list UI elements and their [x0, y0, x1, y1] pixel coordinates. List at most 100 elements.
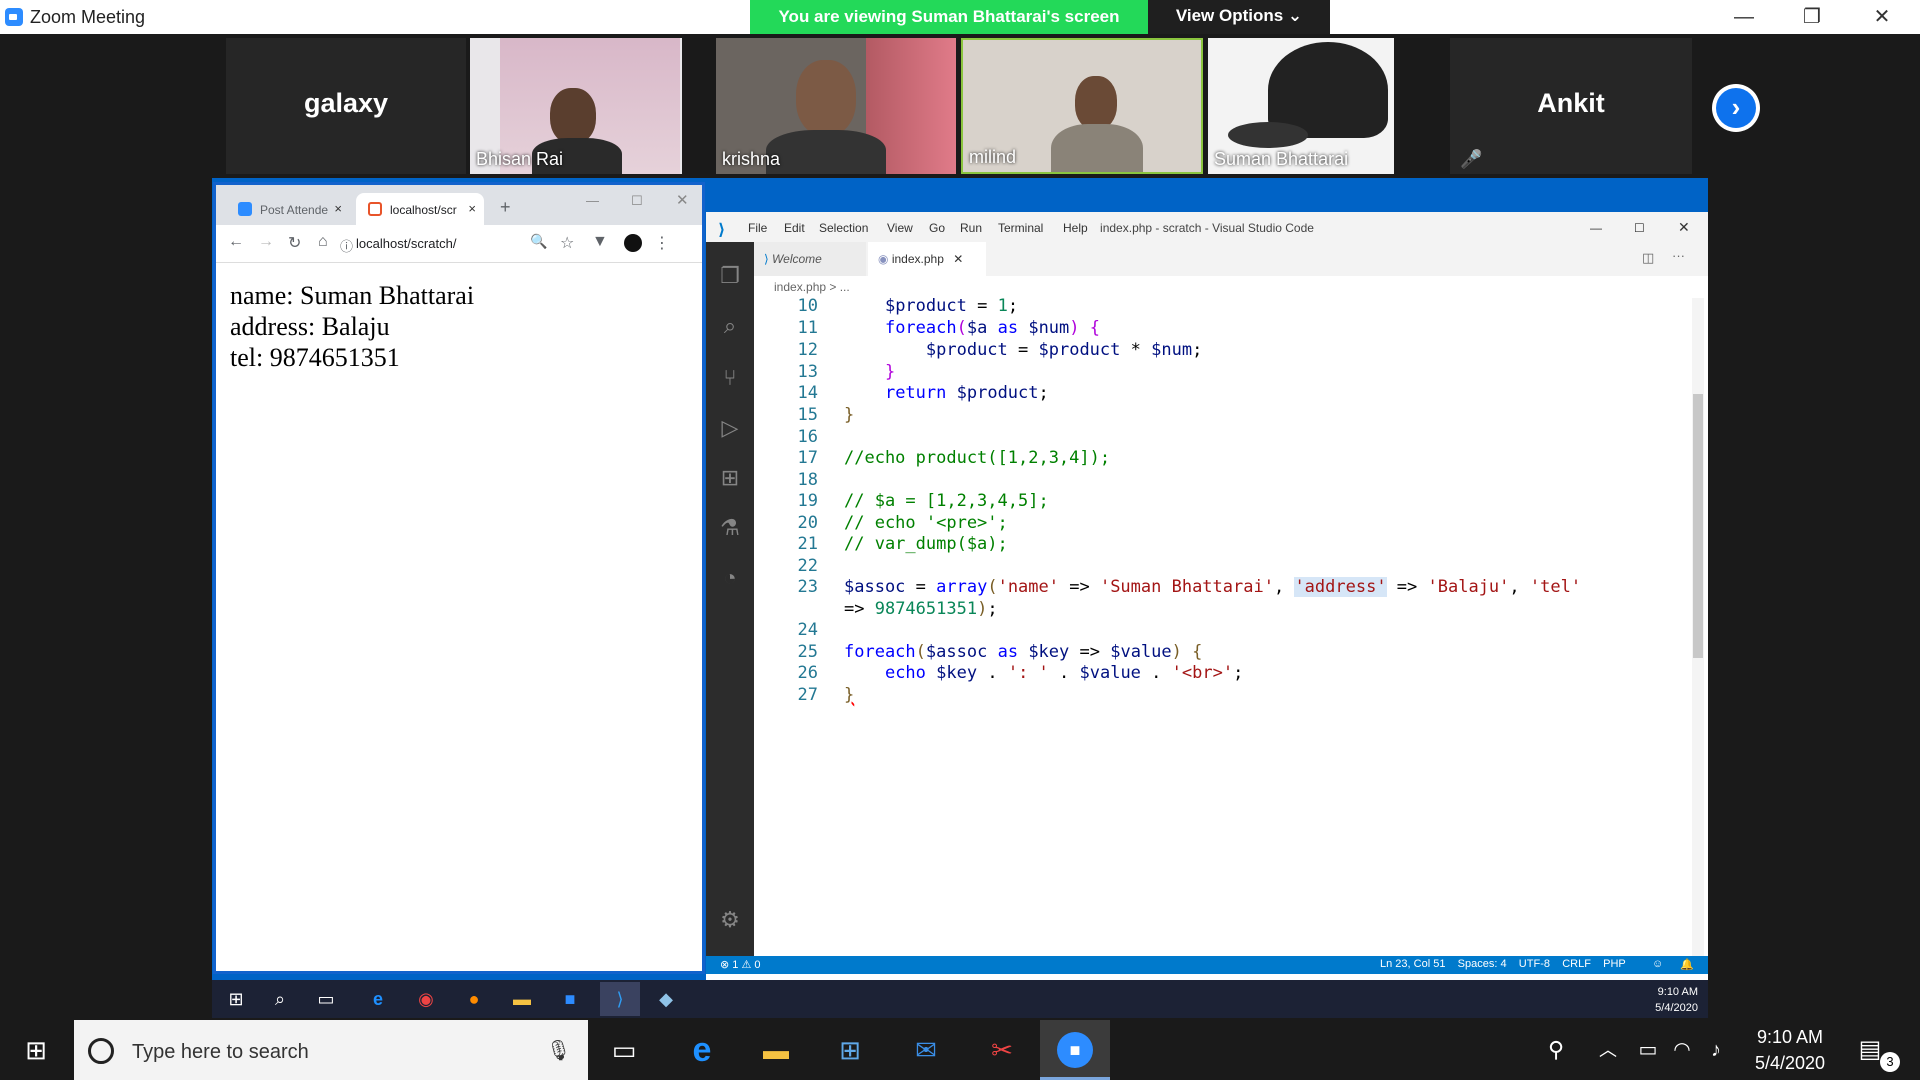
microphone-icon[interactable]: 🎙 [546, 1038, 571, 1063]
mail-icon[interactable]: ✉ [906, 1032, 946, 1068]
taskbar-clock[interactable]: 9:10 AM 5/4/2020 [1736, 1024, 1844, 1076]
tab-close-icon[interactable]: ✕ [953, 252, 963, 266]
menu-selection[interactable]: Selection [819, 221, 868, 235]
menu-edit[interactable]: Edit [784, 221, 805, 235]
new-tab-button[interactable]: + [500, 197, 511, 218]
home-icon[interactable]: ⌂ [318, 233, 328, 251]
problems-indicator[interactable]: ⊗ 1 ⚠ 0 [720, 958, 760, 971]
participant-name: galaxy [303, 88, 389, 118]
explorer-icon[interactable]: ❐ [716, 262, 744, 290]
chrome-menu-icon[interactable]: ⋮ [654, 233, 670, 253]
people-icon[interactable]: ⚲ [1536, 1032, 1576, 1068]
code-line: } [884, 362, 896, 382]
snipping-tool-icon[interactable]: ✂ [982, 1032, 1022, 1068]
split-editor-icon[interactable]: ◫ [1642, 250, 1654, 266]
chrome-minimize-button[interactable]: — [586, 193, 599, 208]
zoom-window-title: Zoom Meeting [30, 7, 146, 27]
tab-label: localhost/scr [390, 203, 457, 217]
store-icon[interactable]: ⊞ [830, 1032, 870, 1068]
participant-tile-krishna[interactable]: krishna [716, 38, 956, 174]
tab-close-icon[interactable]: × [334, 201, 342, 216]
tab-label: Post Attende [260, 203, 329, 217]
edge-icon[interactable]: e [682, 1032, 722, 1068]
breadcrumb[interactable]: index.php > ... [754, 276, 1708, 298]
start-button[interactable]: ⊞ [16, 1032, 56, 1068]
participant-tile-galaxy[interactable]: galaxy [226, 38, 466, 174]
view-options-button[interactable]: View Options ⌄ [1148, 0, 1330, 34]
chrome-close-button[interactable]: ✕ [676, 191, 689, 209]
chrome-tab-post-attendee[interactable]: Post Attende × [226, 193, 350, 225]
line-number: 27 [797, 685, 818, 705]
participant-name: Suman Bhattarai [1214, 149, 1349, 169]
page-line-name: name: Suman Bhattarai [230, 281, 475, 310]
menu-run[interactable]: Run [960, 221, 982, 235]
timeline-icon[interactable]: ◔ [716, 564, 744, 592]
vscode-close-button[interactable]: ✕ [1678, 219, 1690, 236]
menu-go[interactable]: Go [929, 221, 945, 235]
back-icon[interactable]: ← [228, 233, 244, 251]
line-number: 13 [797, 362, 818, 382]
cortana-icon[interactable] [88, 1038, 114, 1064]
forward-icon[interactable]: → [258, 233, 274, 251]
line-number: 10 [797, 296, 818, 316]
menu-terminal[interactable]: Terminal [998, 221, 1043, 235]
tab-index-php[interactable]: ◉ index.php ✕ [868, 242, 986, 276]
scrollbar-thumb[interactable] [1693, 394, 1703, 658]
chrome-maximize-button[interactable]: ☐ [631, 193, 643, 209]
tab-welcome[interactable]: ⟩ Welcome [754, 242, 866, 276]
search-icon[interactable]: ⌕ [716, 312, 744, 340]
zoom-icon[interactable]: 🔍 [530, 233, 547, 250]
participant-tile-suman[interactable]: Suman Bhattarai [1208, 38, 1394, 174]
zoom-app-icon: ■ [1057, 1032, 1093, 1068]
participant-name: Ankit [1537, 88, 1605, 118]
source-control-icon[interactable]: ⑂ [716, 364, 744, 392]
tab-close-icon[interactable]: × [468, 201, 476, 216]
line-number: 18 [797, 470, 818, 490]
close-button[interactable]: ✕ [1852, 0, 1912, 34]
settings-gear-icon[interactable]: ⚙ [716, 906, 744, 934]
extension-icon[interactable]: ▼ [592, 233, 608, 251]
minimize-button[interactable]: — [1714, 0, 1774, 34]
restore-button[interactable]: ❐ [1782, 0, 1842, 34]
line-number: 15 [797, 405, 818, 425]
participant-tile-milind[interactable]: milind [961, 38, 1203, 174]
notification-bell-icon[interactable]: 🔔 [1680, 958, 1694, 971]
more-actions-icon[interactable]: ··· [1672, 248, 1685, 263]
menu-file[interactable]: File [748, 221, 767, 235]
muted-mic-icon: 🎤 [1460, 149, 1483, 169]
feedback-icon[interactable]: ☺ [1652, 958, 1663, 970]
task-view-icon[interactable]: ▭ [604, 1032, 644, 1068]
file-explorer-icon[interactable]: ▬ [756, 1032, 796, 1068]
inner-date: 5/4/2020 [1655, 1002, 1698, 1014]
reload-icon[interactable]: ↻ [288, 233, 301, 253]
address-bar[interactable]: localhost/scratch/ [356, 231, 556, 257]
bookmark-star-icon[interactable]: ☆ [560, 233, 574, 253]
testing-icon[interactable]: ⚗ [716, 514, 744, 542]
zoom-taskbar-button[interactable]: ■ [1040, 1020, 1110, 1080]
vscode-maximize-button[interactable]: ☐ [1634, 221, 1645, 235]
code-line: foreach($assoc as $key => $value) { [844, 642, 1203, 662]
menu-view[interactable]: View [887, 221, 913, 235]
code-line: } [844, 405, 855, 425]
participant-tile-ankit[interactable]: Ankit 🎤 [1450, 38, 1692, 174]
code-line: // $a = [1,2,3,4,5]; [844, 491, 1049, 511]
clock-time: 9:10 AM [1756, 1027, 1824, 1047]
show-hidden-icons[interactable]: ︿ [1588, 1032, 1628, 1068]
participant-tile-bhisan[interactable]: Bhisan Rai [470, 38, 682, 174]
extensions-icon[interactable]: ⊞ [716, 464, 744, 492]
status-info[interactable]: Ln 23, Col 51 Spaces: 4 UTF-8 CRLF PHP [1380, 958, 1626, 970]
menu-help[interactable]: Help [1063, 221, 1088, 235]
chrome-tab-localhost[interactable]: localhost/scr × [356, 193, 484, 225]
search-placeholder: Type here to search [132, 1041, 309, 1063]
run-debug-icon[interactable]: ▷ [716, 414, 744, 442]
line-number: 14 [797, 383, 818, 403]
php-file-icon: ◉ [878, 252, 889, 266]
line-number: 22 [797, 556, 818, 576]
volume-icon[interactable]: ♪ [1696, 1032, 1736, 1068]
vscode-minimize-button[interactable]: — [1590, 221, 1602, 235]
tab-label: index.php [891, 252, 944, 266]
inner-zoom-icon: ■ [564, 989, 576, 1009]
profile-avatar[interactable] [624, 234, 642, 252]
code-editor[interactable]: 10 11 12 13 14 15 16 17 18 19 20 21 22 23 24 25 26 27 $pr… [754, 296, 1708, 956]
next-page-button[interactable]: › [1712, 84, 1760, 132]
